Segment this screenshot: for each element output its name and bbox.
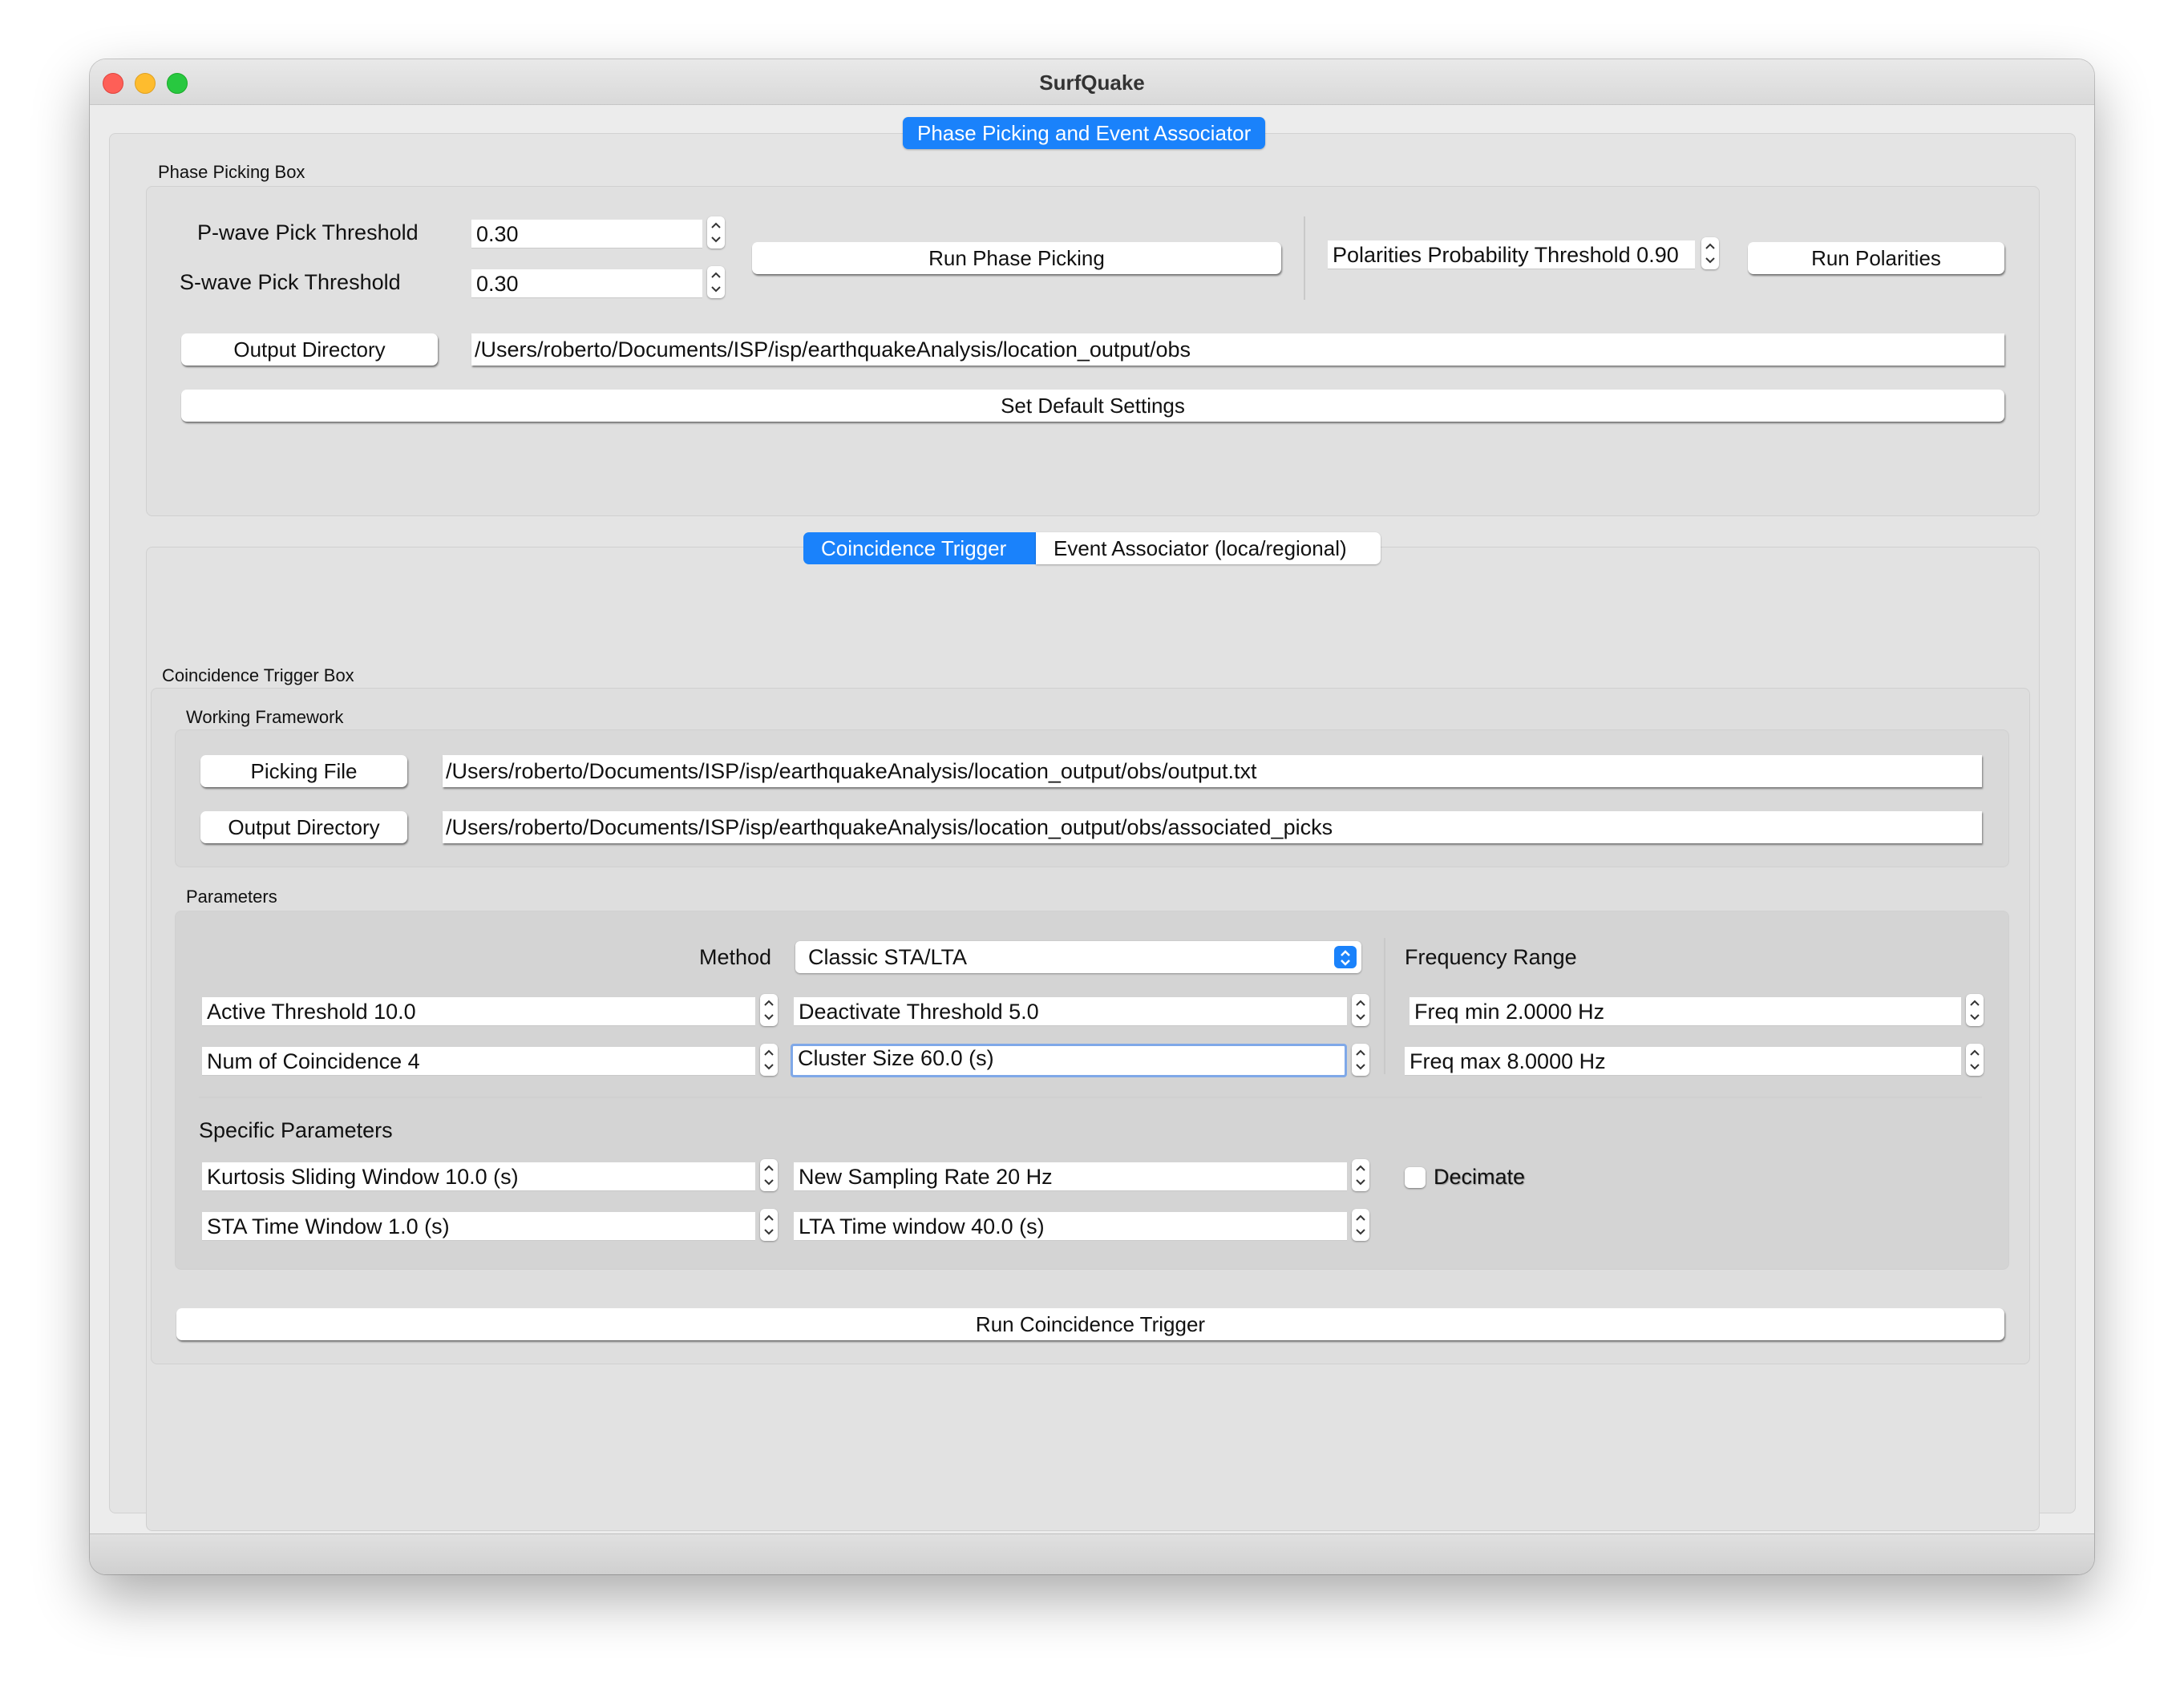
- deactivate-threshold-input[interactable]: Deactivate Threshold 5.0: [794, 997, 1347, 1026]
- lta-window-input[interactable]: LTA Time window 40.0 (s): [794, 1212, 1347, 1241]
- chevron-updown-icon: [1334, 946, 1357, 968]
- active-threshold-input[interactable]: Active Threshold 10.0: [202, 997, 755, 1026]
- s-wave-threshold-label: S-wave Pick Threshold: [180, 270, 401, 294]
- stepper-arrows-icon: [764, 1214, 774, 1235]
- tab-coincidence-trigger[interactable]: Coincidence Trigger: [803, 532, 1036, 564]
- picking-file-button[interactable]: Picking File: [200, 755, 407, 787]
- stepper-arrows-icon: [1970, 1000, 1980, 1020]
- specific-parameters-label: Specific Parameters: [199, 1118, 393, 1142]
- cluster-size-stepper[interactable]: [1352, 1044, 1369, 1076]
- method-label: Method: [699, 945, 772, 969]
- picking-file-input[interactable]: /Users/roberto/Documents/ISP/isp/earthqu…: [443, 755, 1982, 787]
- stepper-arrows-icon: [1356, 1165, 1365, 1186]
- divider: [1384, 938, 1385, 1074]
- tab-event-associator[interactable]: Event Associator (loca/regional): [1036, 532, 1381, 564]
- divider: [1304, 216, 1305, 300]
- sta-window-input[interactable]: STA Time Window 1.0 (s): [202, 1212, 755, 1241]
- output-directory-input[interactable]: /Users/roberto/Documents/ISP/isp/earthqu…: [471, 333, 2004, 366]
- new-sampling-rate-stepper[interactable]: [1352, 1159, 1369, 1191]
- run-polarities-button[interactable]: Run Polarities: [1748, 242, 2004, 274]
- deactivate-threshold-stepper[interactable]: [1352, 994, 1369, 1026]
- sta-window-stepper[interactable]: [760, 1209, 778, 1241]
- stepper-arrows-icon: [1970, 1049, 1980, 1070]
- run-phase-picking-button[interactable]: Run Phase Picking: [752, 242, 1281, 274]
- stepper-arrows-icon: [1356, 1214, 1365, 1235]
- stepper-arrows-icon: [1705, 243, 1715, 264]
- new-sampling-rate-input[interactable]: New Sampling Rate 20 Hz: [794, 1162, 1347, 1191]
- stepper-arrows-icon: [1356, 1000, 1365, 1020]
- stepper-arrows-icon: [711, 222, 721, 243]
- freq-min-stepper[interactable]: [1966, 994, 1984, 1026]
- stepper-arrows-icon: [764, 1000, 774, 1020]
- s-wave-threshold-stepper[interactable]: [707, 266, 725, 298]
- num-coincidence-input[interactable]: Num of Coincidence 4: [202, 1047, 755, 1076]
- freq-min-input[interactable]: Freq min 2.0000 Hz: [1409, 997, 1961, 1026]
- active-threshold-stepper[interactable]: [760, 994, 778, 1026]
- decimate-checkbox[interactable]: [1405, 1167, 1426, 1188]
- stepper-arrows-icon: [711, 272, 721, 293]
- working-framework-box: [175, 729, 2009, 867]
- output-directory-button[interactable]: Output Directory: [181, 333, 438, 366]
- phase-picking-box-title: Phase Picking Box: [158, 162, 305, 182]
- s-wave-threshold-input[interactable]: 0.30: [471, 269, 702, 298]
- freq-max-stepper[interactable]: [1966, 1044, 1984, 1076]
- kurtosis-window-input[interactable]: Kurtosis Sliding Window 10.0 (s): [202, 1162, 755, 1191]
- status-bar: [90, 1533, 2094, 1574]
- p-wave-threshold-stepper[interactable]: [707, 216, 725, 248]
- set-default-settings-button[interactable]: Set Default Settings: [181, 390, 2004, 422]
- parameters-title: Parameters: [186, 887, 277, 907]
- window-title: SurfQuake: [1039, 71, 1145, 95]
- working-framework-title: Working Framework: [186, 707, 344, 727]
- divider: [199, 1097, 1982, 1098]
- num-coincidence-stepper[interactable]: [760, 1044, 778, 1076]
- title-bar: SurfQuake: [90, 59, 2094, 105]
- p-wave-threshold-input[interactable]: 0.30: [471, 220, 702, 248]
- cluster-size-input[interactable]: Cluster Size 60.0 (s): [791, 1044, 1347, 1077]
- coincidence-trigger-box-title: Coincidence Trigger Box: [162, 665, 354, 685]
- freq-max-input[interactable]: Freq max 8.0000 Hz: [1405, 1047, 1961, 1076]
- associator-output-directory-button[interactable]: Output Directory: [200, 811, 407, 843]
- polarities-threshold-stepper[interactable]: [1701, 237, 1719, 269]
- stepper-arrows-icon: [764, 1049, 774, 1070]
- frequency-range-label: Frequency Range: [1405, 945, 1577, 969]
- method-select[interactable]: Classic STA/LTA: [795, 941, 1361, 973]
- p-wave-threshold-label: P-wave Pick Threshold: [197, 220, 419, 244]
- stepper-arrows-icon: [1356, 1049, 1365, 1070]
- kurtosis-window-stepper[interactable]: [760, 1159, 778, 1191]
- tab-phase-picking-event-associator[interactable]: Phase Picking and Event Associator: [903, 117, 1266, 149]
- associator-output-directory-input[interactable]: /Users/roberto/Documents/ISP/isp/earthqu…: [443, 811, 1982, 843]
- lta-window-stepper[interactable]: [1352, 1209, 1369, 1241]
- stepper-arrows-icon: [764, 1165, 774, 1186]
- polarities-threshold-input[interactable]: Polarities Probability Threshold 0.90: [1328, 240, 1695, 269]
- method-select-value: Classic STA/LTA: [808, 945, 968, 969]
- run-coincidence-trigger-button[interactable]: Run Coincidence Trigger: [176, 1308, 2004, 1340]
- app-window: SurfQuake Phase Picking and Event Associ…: [90, 59, 2094, 1574]
- decimate-label: Decimate: [1434, 1165, 1526, 1189]
